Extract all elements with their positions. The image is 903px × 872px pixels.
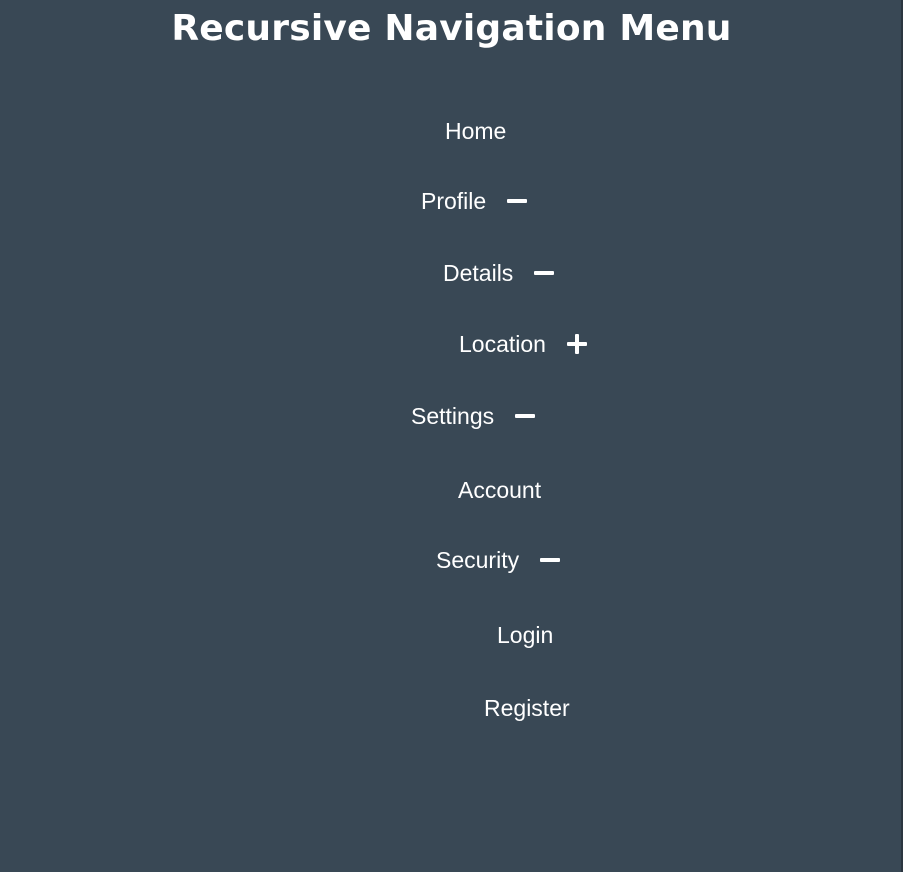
- menu-item-register[interactable]: Register: [484, 691, 570, 725]
- menu-item-settings[interactable]: Settings: [411, 399, 536, 433]
- menu-item-location[interactable]: Location: [459, 327, 587, 361]
- minus-icon[interactable]: [540, 550, 561, 570]
- menu-item-details[interactable]: Details: [443, 256, 555, 290]
- minus-icon[interactable]: [515, 406, 536, 426]
- plus-icon[interactable]: [566, 334, 587, 354]
- menu-item-label: Settings: [411, 403, 495, 429]
- menu-item-profile[interactable]: Profile: [421, 184, 528, 218]
- menu-item-security[interactable]: Security: [436, 543, 561, 577]
- minus-icon[interactable]: [534, 263, 555, 283]
- menu-item-login[interactable]: Login: [497, 618, 553, 652]
- page-title: Recursive Navigation Menu: [171, 8, 732, 49]
- menu-item-label: Profile: [421, 188, 487, 214]
- menu-item-label: Account: [458, 477, 542, 503]
- menu-item-label: Security: [436, 547, 520, 573]
- menu-item-label: Login: [497, 622, 554, 648]
- menu-item-label: Home: [445, 118, 507, 144]
- menu-item-label: Location: [459, 331, 546, 357]
- menu-item-home[interactable]: Home: [445, 114, 506, 148]
- menu-item-label: Register: [484, 695, 570, 721]
- menu-item-account[interactable]: Account: [458, 473, 541, 507]
- minus-icon[interactable]: [507, 191, 528, 211]
- menu-item-label: Details: [443, 260, 514, 286]
